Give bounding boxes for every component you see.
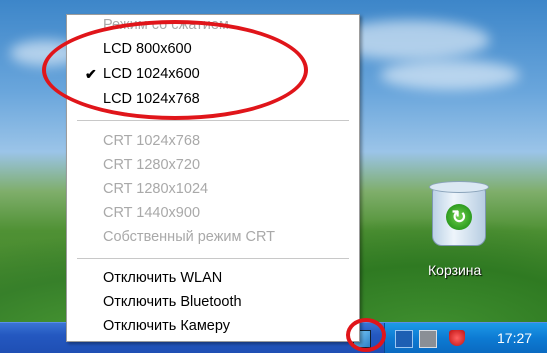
network-tray-icon[interactable] xyxy=(395,330,413,348)
menu-item-crt-1280x720: CRT 1280x720 xyxy=(103,157,201,173)
menu-item-crt-1280x1024: CRT 1280x1024 xyxy=(103,181,209,197)
annotation-ellipse-tray-icon xyxy=(346,318,386,352)
menu-item-disable-bluetooth[interactable]: Отключить Bluetooth xyxy=(67,290,359,314)
annotation-ellipse-lcd-modes xyxy=(42,20,308,120)
menu-item-disable-camera[interactable]: Отключить Камеру xyxy=(67,314,359,338)
menu-item-crt-1024x768: CRT 1024x768 xyxy=(103,133,201,149)
menu-separator xyxy=(77,120,349,121)
system-tray: 17:27 xyxy=(353,323,547,353)
menu-item-disable-wlan[interactable]: Отключить WLAN xyxy=(67,266,359,290)
clock[interactable]: 17:27 xyxy=(497,330,532,346)
security-shield-icon[interactable] xyxy=(449,330,465,346)
menu-item-crt-1440x900: CRT 1440x900 xyxy=(103,205,201,221)
recycle-bin[interactable]: ↻ Корзина xyxy=(410,181,520,286)
monitor-tray-icon[interactable] xyxy=(419,330,437,348)
menu-separator xyxy=(77,258,349,259)
recycle-bin-icon: ↻ xyxy=(429,181,489,246)
recycle-bin-label: Корзина xyxy=(428,262,482,278)
menu-item-native-crt-mode: Собственный режим CRT xyxy=(103,229,276,245)
